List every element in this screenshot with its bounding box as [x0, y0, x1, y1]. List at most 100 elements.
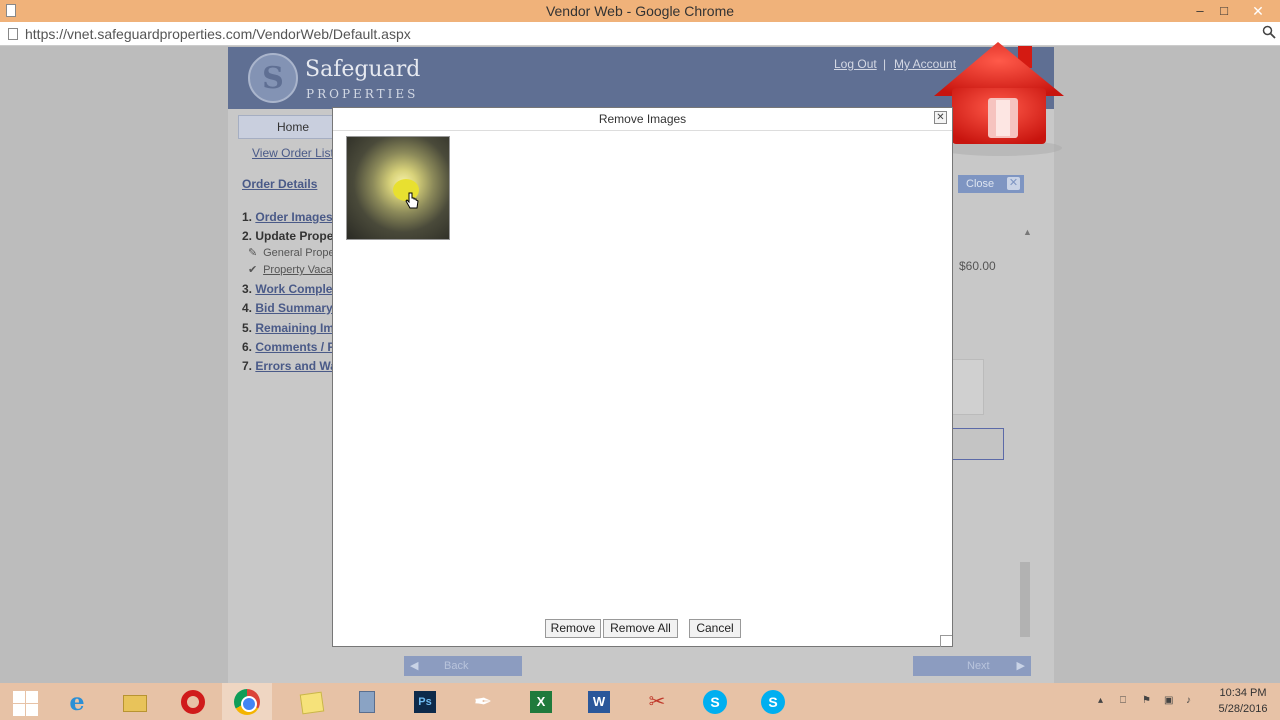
order-details-link[interactable]: Order Details: [242, 177, 317, 191]
scroll-up-icon[interactable]: ▲: [1023, 227, 1032, 237]
checkmark-icon: ✔: [248, 264, 258, 276]
tray-network-icon[interactable]: ▣: [1164, 695, 1173, 706]
menu-number: 5.: [242, 321, 253, 335]
tray-volume-icon[interactable]: ♪: [1186, 695, 1191, 706]
skype-label: S: [703, 690, 727, 714]
word-icon[interactable]: W: [584, 687, 614, 717]
menu-number: 4.: [242, 301, 253, 315]
logo-subtitle: PROPERTIES: [306, 87, 419, 101]
menu-number: 1.: [242, 210, 253, 224]
tray-expand-icon[interactable]: ▴: [1098, 695, 1103, 706]
chrome-icon[interactable]: [232, 687, 262, 717]
pen-icon[interactable]: ✒: [468, 687, 498, 717]
folder-shape: [123, 695, 147, 712]
window-title: Vendor Web - Google Chrome: [545, 3, 735, 19]
next-label: Next: [967, 660, 990, 672]
maximize-button[interactable]: □: [1210, 1, 1238, 21]
logo-name: Safeguard: [305, 57, 421, 82]
image-thumbnail[interactable]: [346, 136, 450, 240]
hand-cursor-icon: [405, 192, 419, 210]
menu-label[interactable]: Comments / R: [255, 340, 336, 354]
menu-number: 3.: [242, 282, 253, 296]
price-value: $60.00: [959, 259, 996, 273]
sidebar-item-work-completed[interactable]: 3. Work Complet: [242, 282, 336, 296]
start-pane: [26, 691, 38, 703]
start-pane: [26, 704, 38, 716]
excel-label: X: [530, 691, 552, 713]
skype-icon[interactable]: S: [758, 687, 788, 717]
photoshop-icon[interactable]: Ps: [410, 687, 440, 717]
menu-number: 2.: [242, 229, 253, 243]
pencil-icon: ✎: [248, 247, 258, 259]
tray-device-icon[interactable]: ⎕: [1120, 695, 1126, 706]
windows-start-icon[interactable]: [10, 687, 40, 717]
excel-icon[interactable]: X: [526, 687, 556, 717]
opera-ring: [181, 690, 205, 714]
clock-time[interactable]: 10:34 PM: [1214, 687, 1272, 699]
magnifier-icon[interactable]: [1262, 25, 1276, 42]
close-label: Close: [966, 178, 995, 190]
address-bar[interactable]: https://vnet.safeguardproperties.com/Ven…: [0, 22, 1280, 46]
opera-icon[interactable]: [178, 687, 208, 717]
sidebar-subitem-general-property[interactable]: ✎ General Proper: [248, 246, 338, 259]
menu-label[interactable]: Update Proper: [255, 229, 338, 243]
tray-flag-icon[interactable]: ⚑: [1142, 695, 1151, 706]
sidebar-item-errors-warnings[interactable]: 7. Errors and Wa: [242, 359, 337, 373]
submenu-label[interactable]: General Proper: [263, 247, 338, 259]
next-arrow-icon: ▶: [1016, 660, 1025, 672]
sidebar-item-remaining-images[interactable]: 5. Remaining Im: [242, 321, 334, 335]
safeguard-logo-icon: S: [248, 53, 298, 103]
clock-date[interactable]: 5/28/2016: [1214, 703, 1272, 715]
file-explorer-icon[interactable]: [120, 687, 150, 717]
close-window-button[interactable]: ✕: [1244, 1, 1272, 21]
chrome-logo: [234, 689, 260, 715]
word-label: W: [588, 691, 610, 713]
close-panel-button[interactable]: Close ✕: [958, 175, 1024, 193]
logo-letter: S: [262, 61, 284, 96]
sidebar-item-update-property[interactable]: 2. Update Proper: [242, 229, 338, 243]
menu-label[interactable]: Work Complet: [255, 282, 336, 296]
calculator-icon[interactable]: [352, 687, 382, 717]
menu-number: 7.: [242, 359, 253, 373]
menu-label[interactable]: Remaining Im: [255, 321, 334, 335]
dialog-close-icon[interactable]: ✕: [934, 111, 947, 124]
menu-label[interactable]: Order Images: [255, 210, 332, 224]
skype-icon[interactable]: S: [700, 687, 730, 717]
remove-button[interactable]: Remove: [545, 619, 601, 638]
menu-number: 6.: [242, 340, 253, 354]
remove-images-dialog: Remove Images ✕ Remove Remove All Cancel: [332, 107, 953, 647]
taskbar-icons: e Ps ✒ X W ✂ S S ▴ ⎕ ⚑ ▣ ♪ 10:34 PM 5/28…: [0, 683, 1280, 720]
menu-label[interactable]: Errors and Wa: [255, 359, 337, 373]
input-fragment[interactable]: [952, 428, 1004, 460]
sidebar-item-bid-summary[interactable]: 4. Bid Summary: [242, 301, 333, 315]
sticky-note-shape: [299, 691, 325, 715]
sidebar-item-comments[interactable]: 6. Comments / R: [242, 340, 336, 354]
back-button[interactable]: ◀ Back: [404, 656, 522, 676]
calculator-shape: [359, 691, 375, 713]
sidebar-subitem-property-vacancy[interactable]: ✔ Property Vaca: [248, 263, 332, 276]
document-icon: [8, 28, 18, 40]
photoshop-label: Ps: [414, 691, 436, 713]
cancel-button[interactable]: Cancel: [689, 619, 741, 638]
skype-label: S: [761, 690, 785, 714]
next-button[interactable]: Next ▶: [913, 656, 1031, 676]
internet-explorer-icon[interactable]: e: [62, 687, 92, 717]
sidebar-item-order-images[interactable]: 1. Order Images: [242, 210, 333, 224]
url-text[interactable]: https://vnet.safeguardproperties.com/Ven…: [25, 26, 411, 42]
view-order-list-link[interactable]: View Order List: [252, 146, 334, 160]
start-pane: [13, 704, 25, 716]
menu-label[interactable]: Bid Summary: [255, 301, 332, 315]
remove-all-button[interactable]: Remove All: [603, 619, 678, 638]
submenu-label[interactable]: Property Vaca: [263, 264, 332, 276]
text-area-fragment[interactable]: [952, 359, 984, 415]
sticky-notes-icon[interactable]: [296, 687, 326, 717]
dialog-title: Remove Images: [598, 112, 687, 126]
header-separator: |: [883, 57, 887, 71]
resize-handle[interactable]: [940, 635, 952, 647]
close-x-icon: ✕: [1007, 177, 1020, 190]
scrollbar-thumb[interactable]: [1020, 562, 1030, 637]
logout-link[interactable]: Log Out: [834, 57, 877, 71]
start-pane: [13, 691, 25, 703]
snipping-tool-icon[interactable]: ✂: [642, 687, 672, 717]
back-label: Back: [444, 660, 469, 672]
